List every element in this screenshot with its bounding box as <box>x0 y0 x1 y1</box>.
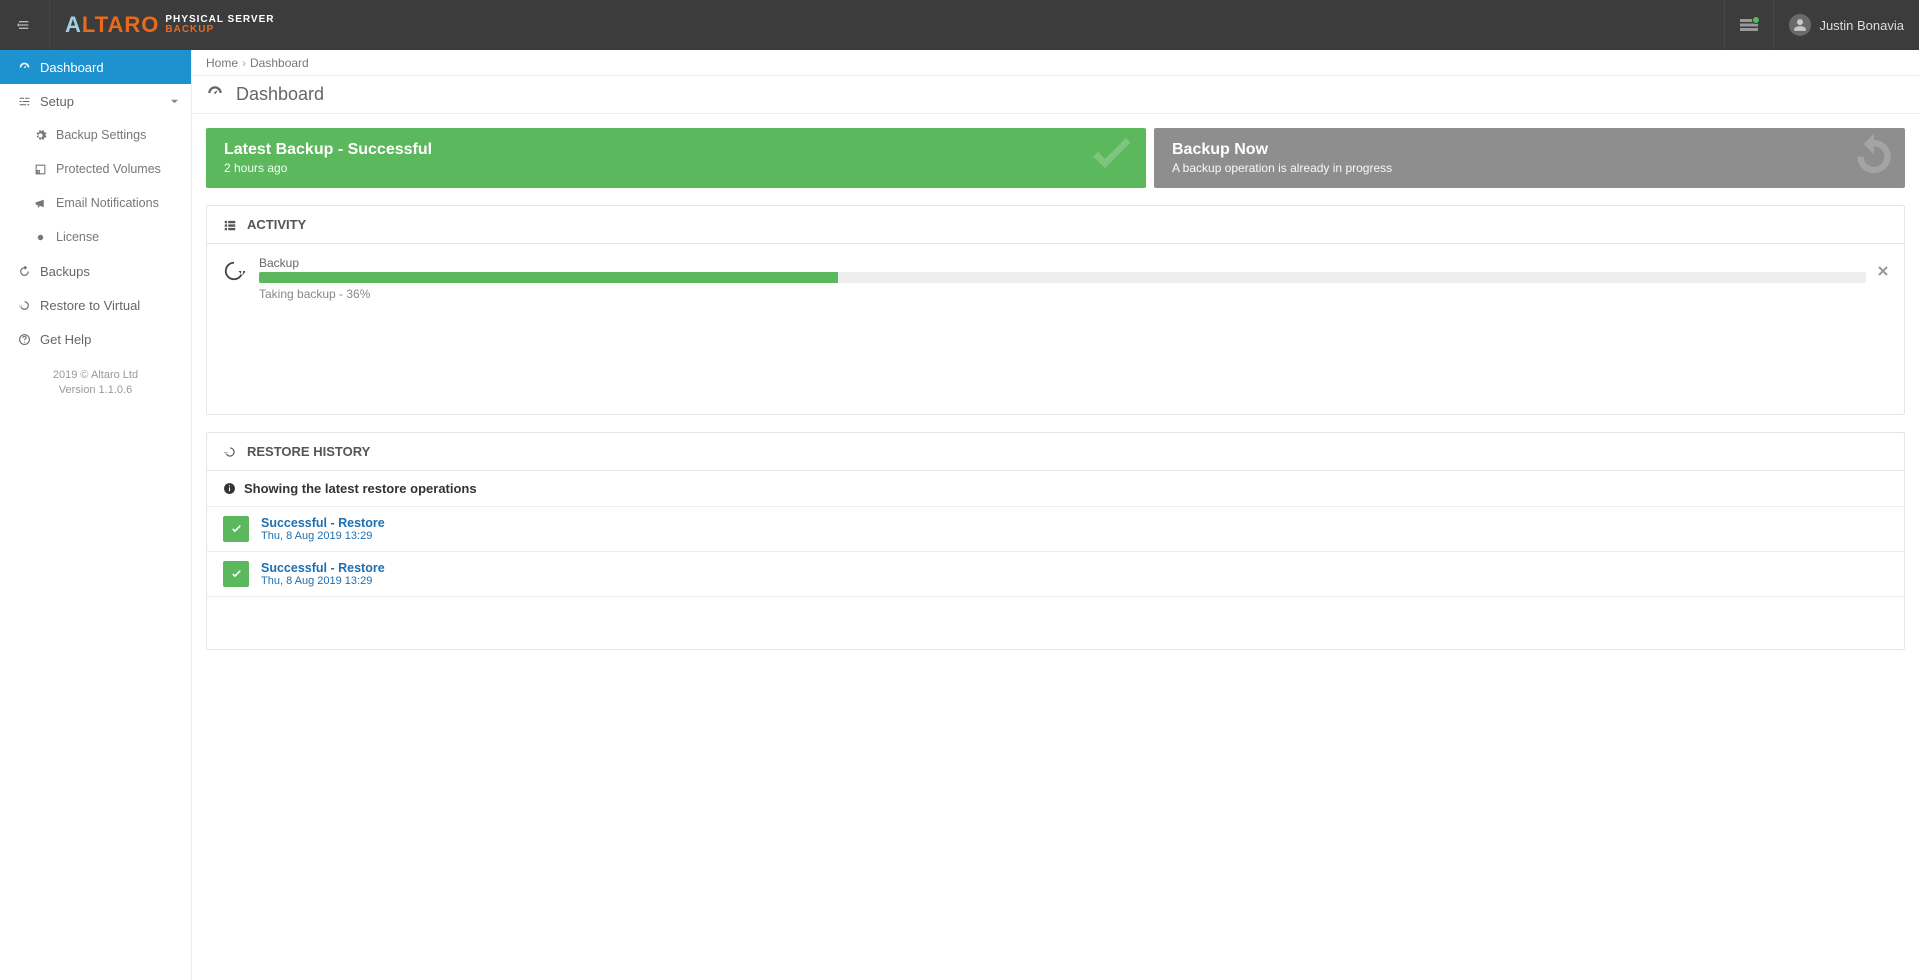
logo: AALTAROLTARO PHYSICAL SERVER BACKUP <box>50 12 275 38</box>
check-icon <box>230 523 243 536</box>
sidebar-item-label: Restore to Virtual <box>40 298 140 313</box>
notifications-button[interactable] <box>1724 0 1773 50</box>
sidebar-item-label: Setup <box>40 94 74 109</box>
content-area: Home › Dashboard Dashboard Latest Backup… <box>192 50 1919 980</box>
activity-status-text: Taking backup - 36% <box>259 287 1866 301</box>
avatar <box>1789 14 1811 36</box>
activity-heading: ACTIVITY <box>207 206 1904 244</box>
brand-name: AALTAROLTARO <box>65 12 159 38</box>
backup-now-title: Backup Now <box>1172 141 1887 159</box>
restore-history-heading: RESTORE HISTORY <box>207 433 1904 471</box>
close-icon <box>1878 266 1888 276</box>
sidebar: Dashboard Setup Backup Settings Protecte… <box>0 50 192 980</box>
dashboard-icon <box>18 61 31 74</box>
activity-row: Backup Taking backup - 36% <box>223 256 1888 301</box>
latest-backup-title: Latest Backup - Successful <box>224 141 1128 159</box>
sidebar-item-dashboard[interactable]: Dashboard <box>0 50 191 84</box>
progress-fill <box>259 272 838 283</box>
success-badge <box>223 516 249 542</box>
breadcrumb: Home › Dashboard <box>192 50 1919 76</box>
copyright: 2019 © Altaro Ltd <box>10 368 181 383</box>
latest-backup-card[interactable]: Latest Backup - Successful 2 hours ago <box>206 128 1146 188</box>
circle-icon <box>34 231 47 244</box>
check-icon <box>1084 129 1140 188</box>
gears-icon <box>34 129 47 142</box>
restore-history-item[interactable]: Successful - Restore Thu, 8 Aug 2019 13:… <box>207 552 1904 597</box>
history-icon <box>223 445 237 459</box>
check-icon <box>230 568 243 581</box>
spinner-icon <box>223 256 249 285</box>
sidebar-toggle[interactable] <box>0 0 50 50</box>
restore-item-title: Successful - Restore <box>261 516 385 530</box>
topbar: AALTAROLTARO PHYSICAL SERVER BACKUP Just… <box>0 0 1919 50</box>
refresh-icon <box>1849 132 1899 185</box>
hamburger-icon <box>17 17 33 33</box>
disk-icon <box>34 163 47 176</box>
backup-now-card[interactable]: Backup Now A backup operation is already… <box>1154 128 1905 188</box>
user-icon <box>1793 18 1807 32</box>
success-badge <box>223 561 249 587</box>
restore-item-date: Thu, 8 Aug 2019 13:29 <box>261 575 385 587</box>
sidebar-item-label: Backups <box>40 264 90 279</box>
version-label: Version 1.1.0.6 <box>10 383 181 398</box>
chevron-down-icon <box>170 94 179 109</box>
list-icon <box>223 218 237 232</box>
sliders-icon <box>18 95 31 108</box>
sidebar-item-label: Get Help <box>40 332 91 347</box>
restore-history-panel: RESTORE HISTORY Showing the latest resto… <box>206 432 1905 650</box>
sidebar-item-email-notifications[interactable]: Email Notifications <box>0 186 191 220</box>
sidebar-item-label: License <box>56 230 99 244</box>
help-icon <box>18 333 31 346</box>
backup-now-subtitle: A backup operation is already in progres… <box>1172 161 1887 175</box>
restore-info-row: Showing the latest restore operations <box>207 471 1904 507</box>
notification-dot <box>1752 16 1760 24</box>
page-title: Dashboard <box>236 84 324 105</box>
sidebar-footer: 2019 © Altaro Ltd Version 1.1.0.6 <box>0 368 191 398</box>
activity-label: Backup <box>259 256 1866 270</box>
sidebar-item-backup-settings[interactable]: Backup Settings <box>0 118 191 152</box>
latest-backup-subtitle: 2 hours ago <box>224 161 1128 175</box>
sidebar-item-get-help[interactable]: Get Help <box>0 322 191 356</box>
sidebar-item-label: Email Notifications <box>56 196 159 210</box>
sidebar-item-restore-virtual[interactable]: Restore to Virtual <box>0 288 191 322</box>
activity-close-button[interactable] <box>1866 256 1888 279</box>
user-name: Justin Bonavia <box>1819 18 1904 33</box>
history-icon <box>18 299 31 312</box>
sidebar-item-label: Dashboard <box>40 60 104 75</box>
page-title-bar: Dashboard <box>192 76 1919 114</box>
brand-subtitle-2: BACKUP <box>165 25 274 35</box>
breadcrumb-separator: › <box>242 56 246 70</box>
user-menu[interactable]: Justin Bonavia <box>1773 0 1919 50</box>
restore-history-item[interactable]: Successful - Restore Thu, 8 Aug 2019 13:… <box>207 507 1904 552</box>
refresh-icon <box>18 265 31 278</box>
breadcrumb-current: Dashboard <box>250 56 309 70</box>
sidebar-item-license[interactable]: License <box>0 220 191 254</box>
sidebar-item-backups[interactable]: Backups <box>0 254 191 288</box>
sidebar-item-label: Protected Volumes <box>56 162 161 176</box>
restore-item-date: Thu, 8 Aug 2019 13:29 <box>261 530 385 542</box>
activity-panel: ACTIVITY Backup Taking backup - 36% <box>206 205 1905 415</box>
restore-item-title: Successful - Restore <box>261 561 385 575</box>
sidebar-item-protected-volumes[interactable]: Protected Volumes <box>0 152 191 186</box>
dashboard-icon <box>206 84 224 102</box>
sidebar-item-label: Backup Settings <box>56 128 146 142</box>
megaphone-icon <box>34 197 47 210</box>
sidebar-item-setup[interactable]: Setup <box>0 84 191 118</box>
progress-bar <box>259 272 1866 283</box>
info-icon <box>223 482 236 495</box>
breadcrumb-home[interactable]: Home <box>206 56 238 70</box>
